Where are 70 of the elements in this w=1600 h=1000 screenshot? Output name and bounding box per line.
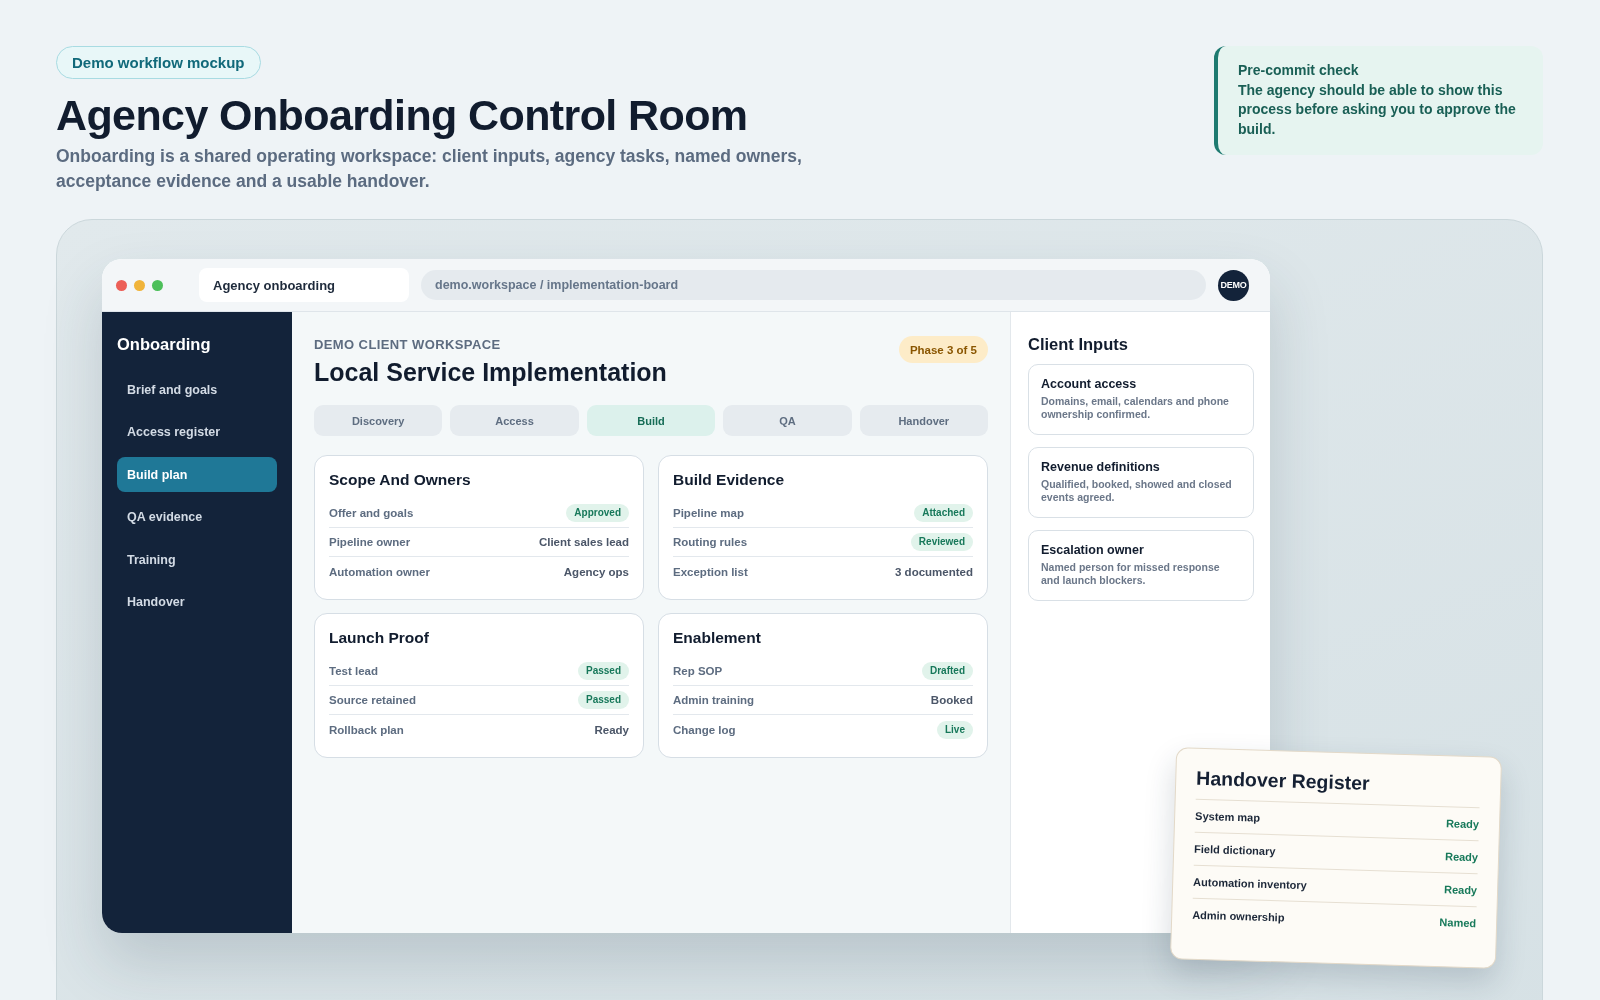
row-label: Admin training	[673, 694, 755, 706]
zoom-dot-icon[interactable]	[152, 279, 163, 291]
browser-tab[interactable]: Agency onboarding	[199, 268, 409, 302]
status-pill: Approved	[566, 504, 629, 522]
row-value: Ready	[594, 723, 629, 736]
row-label: Offer and goals	[329, 507, 414, 519]
row-label: Exception list	[673, 565, 748, 578]
card-title: Build Evidence	[673, 470, 786, 490]
row-label: Pipeline owner	[329, 536, 411, 548]
input-title: Revenue definitions	[1041, 459, 1161, 475]
row-label: Test lead	[329, 665, 378, 677]
status-pill: Drafted	[922, 662, 973, 680]
phase-tab[interactable]: Handover	[859, 405, 988, 436]
address-field[interactable]: demo.workspace / implementation-board	[421, 270, 1206, 300]
register-label: Field dictionary	[1194, 842, 1276, 858]
input-title: Account access	[1041, 376, 1138, 392]
row-label: Change log	[673, 723, 736, 736]
close-dot-icon[interactable]	[116, 279, 127, 291]
phase-tab[interactable]: Build	[586, 405, 716, 436]
mockup-badge: Demo workflow mockup	[56, 46, 261, 79]
page-title: Agency Onboarding Control Room	[56, 90, 748, 140]
register-value: Named	[1439, 916, 1477, 930]
phase-tab[interactable]: QA	[723, 405, 852, 436]
input-description: Qualified, booked, showed and closed events agreed.	[1041, 478, 1233, 504]
page-subtitle: Onboarding is a shared operating workspace: client inputs, agency tasks, named owners, acceptance evidence and a usable handover.	[56, 145, 803, 193]
row-value: Booked	[930, 694, 973, 706]
row-value: Client sales lead	[538, 536, 629, 548]
callout-text: The agency should be able to show this process before asking you to approve the build.	[1238, 80, 1517, 139]
input-description: Domains, email, calendars and phone ownership confirmed.	[1041, 395, 1230, 421]
minimize-dot-icon[interactable]	[134, 279, 145, 291]
callout-title: Pre-commit check	[1238, 61, 1360, 80]
register-title: Handover Register	[1195, 765, 1371, 796]
panel-title: Client Inputs	[1028, 334, 1129, 354]
phase-tab[interactable]: Access	[450, 405, 579, 436]
register-label: System map	[1195, 809, 1261, 824]
phase-tab[interactable]: Discovery	[314, 405, 443, 436]
row-value: 3 documented	[895, 565, 973, 578]
row-label: Routing rules	[673, 536, 748, 548]
sidebar-item[interactable]: Training	[117, 542, 277, 577]
workspace-title: Local Service Implementation	[314, 357, 667, 387]
phase-badge: Phase 3 of 5	[898, 336, 988, 363]
workspace-eyebrow: DEMO CLIENT WORKSPACE	[314, 337, 502, 353]
card-title: Enablement	[673, 628, 762, 648]
row-label: Source retained	[329, 694, 416, 706]
sidebar-item[interactable]: Brief and goals	[117, 372, 277, 407]
row-label: Rep SOP	[673, 665, 723, 677]
row-label: Automation owner	[329, 565, 430, 578]
sidebar-item[interactable]: Handover	[117, 584, 277, 620]
register-value: Ready	[1444, 850, 1479, 864]
avatar[interactable]: DEMO	[1218, 269, 1249, 301]
sidebar-item[interactable]: Build plan	[117, 457, 277, 492]
status-pill: Attached	[914, 504, 973, 522]
status-pill: Reviewed	[910, 533, 973, 551]
sidebar-item[interactable]: Access register	[117, 414, 277, 450]
register-label: Automation inventory	[1193, 875, 1308, 892]
register-label: Admin ownership	[1192, 908, 1285, 924]
register-value: Ready	[1443, 883, 1478, 897]
status-pill: Passed	[577, 691, 629, 709]
register-value: Ready	[1445, 817, 1480, 831]
status-pill: Live	[937, 720, 973, 739]
row-label: Pipeline map	[673, 507, 744, 519]
input-description: Named person for missed response and launch blockers.	[1041, 561, 1221, 587]
row-label: Rollback plan	[329, 723, 404, 736]
card-title: Launch Proof	[329, 628, 430, 648]
sidebar-item[interactable]: QA evidence	[117, 499, 277, 535]
card-title: Scope And Owners	[329, 470, 472, 490]
sidebar-title: Onboarding	[117, 334, 212, 354]
input-title: Escalation owner	[1041, 542, 1145, 558]
status-pill: Passed	[577, 662, 629, 680]
row-value: Agency ops	[563, 565, 629, 578]
